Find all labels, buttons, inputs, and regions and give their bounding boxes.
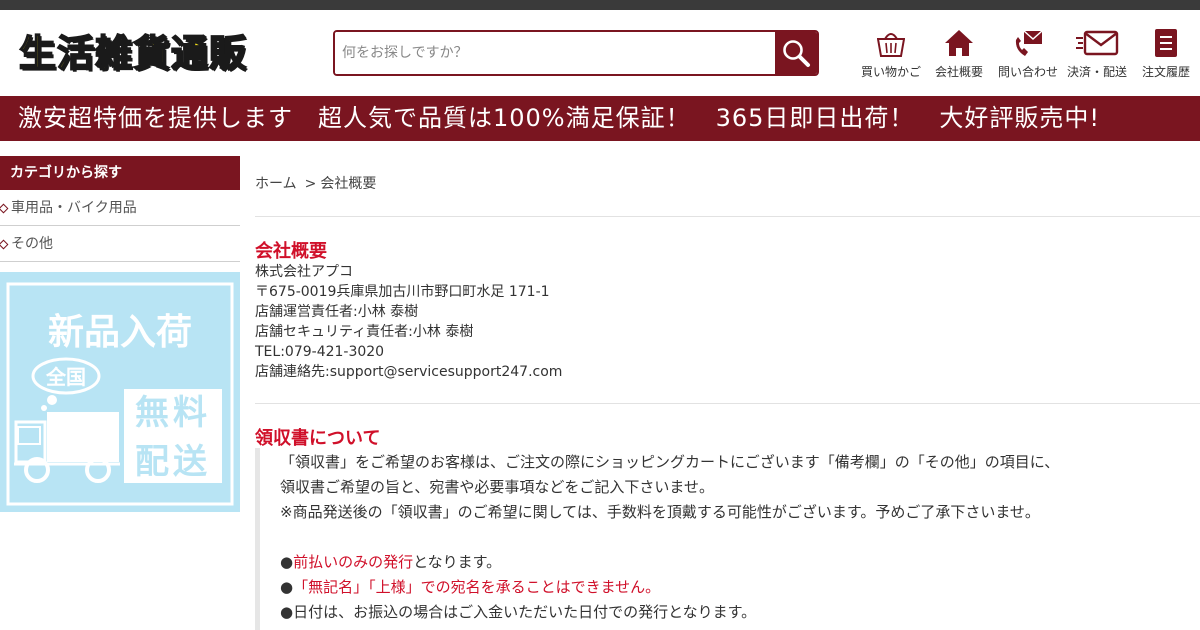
nav-company[interactable]: 会社概要 bbox=[935, 28, 983, 80]
receipt-bullet: ●「無記名」「上様」での宛名を承ることはできません。 bbox=[280, 575, 1200, 600]
company-address: 〒675-0019兵庫県加古川市野口町水足 171-1 bbox=[255, 284, 550, 300]
logo-text: 生活雑貨通販 bbox=[18, 32, 247, 76]
nav-order-history-label: 注文履歴 bbox=[1142, 65, 1191, 79]
promo-banner: 激安超特価を提供します 超人気で品質は100%満足保証！ 365日即日出荷！ 大… bbox=[0, 96, 1200, 141]
divider bbox=[255, 403, 1200, 404]
sidebar-item-label: 車用品・バイク用品 bbox=[11, 200, 137, 216]
search-input[interactable] bbox=[335, 32, 775, 74]
sidebar: カテゴリから探す 車用品・バイク用品 その他 新品入荷 全国 無料 配送 bbox=[0, 156, 240, 512]
promo-free: 無料 bbox=[135, 393, 211, 433]
receipt-line: 「領収書」をご希望のお客様は、ご注文の際にショッピングカートにございます「備考欄… bbox=[280, 453, 1060, 471]
basket-icon bbox=[877, 33, 905, 57]
nav-contact[interactable]: 問い合わせ bbox=[998, 28, 1058, 80]
breadcrumb: ホーム > 会社概要 bbox=[255, 173, 376, 193]
sidebar-item-car-bike[interactable]: 車用品・バイク用品 bbox=[0, 190, 240, 226]
promo-delivery: 配送 bbox=[135, 442, 211, 482]
search-form bbox=[333, 30, 819, 76]
sidebar-item-label: その他 bbox=[11, 236, 53, 252]
receipt-line: 領収書ご希望の旨と、宛書や必要事項などをご記入下さいませ。 bbox=[280, 478, 714, 496]
top-strip bbox=[0, 0, 1200, 10]
free-delivery-banner[interactable]: 新品入荷 全国 無料 配送 bbox=[0, 272, 240, 512]
site-logo[interactable]: 生活雑貨通販 bbox=[18, 32, 247, 76]
breadcrumb-separator: > bbox=[304, 176, 317, 192]
search-button[interactable] bbox=[775, 32, 817, 74]
divider bbox=[255, 216, 1200, 217]
receipt-section-title: 領収書について bbox=[255, 428, 381, 449]
company-manager: 店舗運営責任者:小林 泰樹 bbox=[255, 304, 419, 320]
phone-mail-icon bbox=[1015, 30, 1043, 56]
promo-banner-text: 激安超特価を提供します 超人気で品質は100%満足保証！ 365日即日出荷！ 大… bbox=[18, 104, 1101, 132]
site-header: 生活雑貨通販 買い物かご 会社概要 問い bbox=[0, 10, 1200, 96]
receipt-bullet-highlight: 「無記名」「上様」での宛名を承ることはできません。 bbox=[293, 578, 661, 596]
search-icon bbox=[783, 40, 810, 67]
nav-order-history[interactable]: 注文履歴 bbox=[1142, 28, 1190, 80]
promo-nationwide: 全国 bbox=[45, 365, 86, 389]
receipt-info: 「領収書」をご希望のお客様は、ご注文の際にショッピングカートにございます「備考欄… bbox=[255, 448, 1200, 630]
receipt-line: ※商品発送後の「領収書」のご希望に関しては、手数料を頂戴する可能性がございます。… bbox=[280, 503, 1040, 521]
delivery-mail-icon bbox=[1076, 30, 1119, 56]
nav-cart[interactable]: 買い物かご bbox=[861, 28, 921, 80]
company-tel: TEL:079-421-3020 bbox=[255, 344, 385, 360]
receipt-bullet: ●前払いのみの発行となります。 bbox=[280, 550, 1200, 575]
promo-new-arrival: 新品入荷 bbox=[48, 312, 192, 353]
nav-payment-delivery-label: 決済・配送 bbox=[1067, 65, 1128, 79]
breadcrumb-home[interactable]: ホーム bbox=[255, 176, 297, 192]
receipt-bullet-text: となります。 bbox=[413, 553, 502, 571]
breadcrumb-current: 会社概要 bbox=[320, 176, 377, 192]
sidebar-heading: カテゴリから探す bbox=[0, 156, 240, 190]
nav-payment-delivery[interactable]: 決済・配送 bbox=[1067, 28, 1127, 80]
bullet-mark: ● bbox=[280, 553, 294, 571]
company-info: 株式会社アプコ 〒675-0019兵庫県加古川市野口町水足 171-1 店舗運営… bbox=[255, 262, 562, 382]
nav-contact-label: 問い合わせ bbox=[998, 65, 1059, 79]
house-icon bbox=[945, 30, 973, 56]
company-contact-email: 店舗連絡先:support@servicesupport247.com bbox=[255, 364, 563, 380]
delivery-truck-illustration: 新品入荷 全国 無料 配送 bbox=[6, 282, 234, 506]
sidebar-item-other[interactable]: その他 bbox=[0, 226, 240, 262]
bullet-mark: ● bbox=[280, 578, 294, 596]
nav-cart-label: 買い物かご bbox=[861, 65, 922, 79]
company-security-manager: 店舗セキュリティ責任者:小林 泰樹 bbox=[255, 324, 474, 340]
company-section-title: 会社概要 bbox=[255, 241, 327, 262]
document-list-icon bbox=[1155, 29, 1177, 57]
receipt-bullet-highlight: 前払いのみの発行 bbox=[293, 553, 414, 571]
company-name: 株式会社アプコ bbox=[255, 264, 353, 280]
receipt-bullet: ●日付は、お振込の場合はご入金いただいた日付での発行となります。 bbox=[280, 603, 757, 621]
nav-company-label: 会社概要 bbox=[935, 65, 984, 79]
